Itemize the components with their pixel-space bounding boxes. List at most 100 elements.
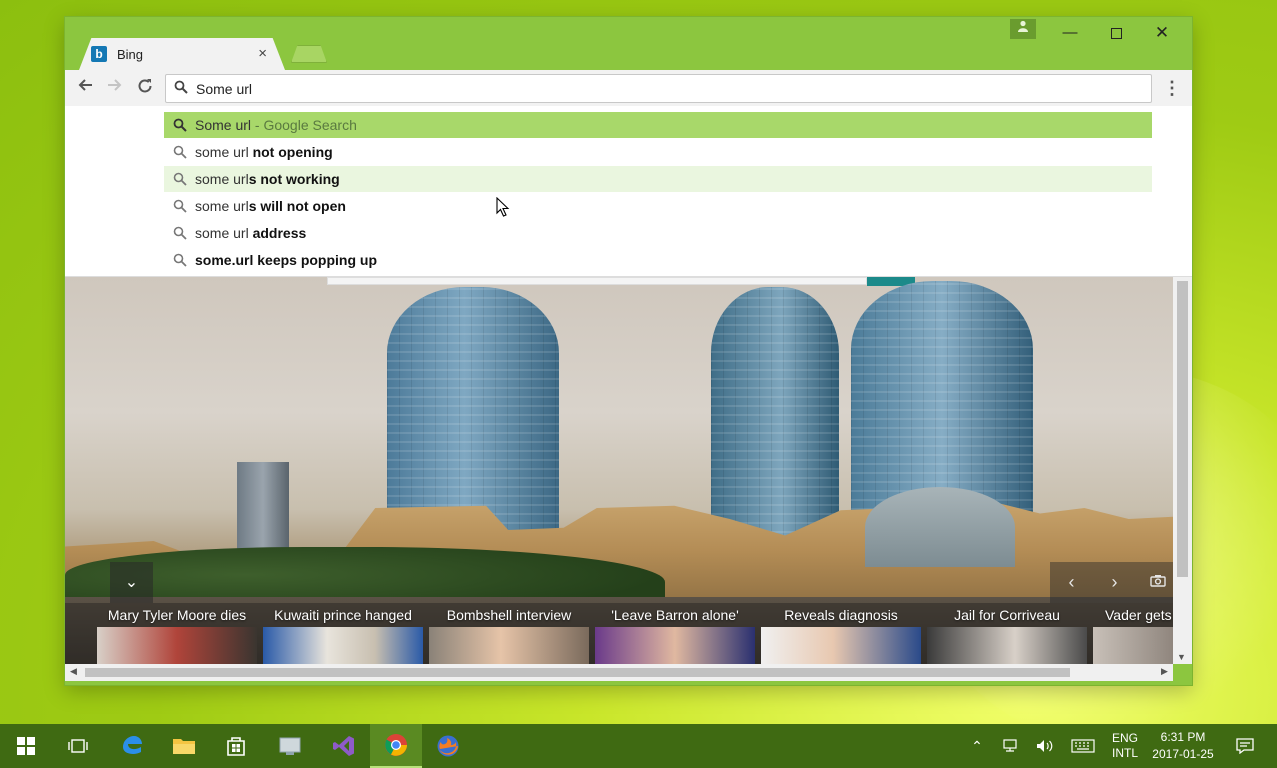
news-item[interactable]: Vader gets (1091, 603, 1173, 664)
suggestion-bold: s not working (248, 171, 340, 187)
news-thumbnail[interactable] (429, 627, 589, 664)
tab-title: Bing (117, 47, 144, 62)
news-item[interactable]: Mary Tyler Moore dies (95, 603, 259, 664)
news-thumbnail[interactable] (761, 627, 921, 664)
news-thumbnail[interactable] (263, 627, 423, 664)
keyboard-icon[interactable] (1066, 724, 1100, 768)
bing-search-box[interactable] (327, 277, 867, 285)
suggestion-text: some url (195, 198, 249, 214)
maximize-button[interactable] (1093, 21, 1139, 45)
news-headline[interactable]: Reveals diagnosis (759, 607, 923, 623)
show-hidden-icons-chevron-up-icon[interactable]: ⌃ (961, 724, 993, 768)
suggestion-item[interactable]: some urls not working (164, 166, 1152, 192)
camera-icon[interactable] (1136, 562, 1173, 603)
vertical-scrollbar[interactable]: ▼ (1173, 277, 1192, 664)
address-input[interactable] (196, 79, 1136, 99)
news-thumbnail[interactable] (97, 627, 257, 664)
search-icon (173, 118, 187, 132)
tab-close-icon[interactable]: × (258, 45, 267, 62)
search-icon (173, 226, 187, 240)
previous-image-button[interactable]: ‹ (1050, 562, 1093, 603)
profile-icon[interactable] (1010, 19, 1036, 39)
back-button[interactable] (73, 76, 97, 100)
address-bar[interactable] (165, 74, 1152, 103)
horizontal-scroll-thumb[interactable] (85, 668, 1070, 677)
news-headline[interactable]: Vader gets (1091, 607, 1173, 623)
forward-button[interactable] (103, 76, 127, 100)
news-item[interactable]: Jail for Corriveau (925, 603, 1089, 664)
reload-button[interactable] (133, 76, 157, 100)
action-center-notification-icon[interactable] (1228, 724, 1262, 768)
browser-toolbar: ⋮ (65, 70, 1192, 106)
volume-icon[interactable] (1029, 724, 1061, 768)
scroll-down-arrow-icon[interactable]: ▼ (1177, 652, 1186, 662)
suggestion-item[interactable]: some url not opening (164, 139, 1152, 165)
windows-start-icon[interactable] (0, 724, 52, 768)
suggestion-item[interactable]: some url address (164, 220, 1152, 246)
close-window-button[interactable]: ✕ (1139, 21, 1185, 45)
store-icon[interactable] (210, 724, 262, 768)
search-icon (173, 145, 187, 159)
scroll-left-arrow-icon[interactable]: ◀ (70, 666, 77, 677)
news-item[interactable]: Kuwaiti prince hanged (261, 603, 425, 664)
browser-window[interactable]: b Bing × — ✕ ⋮ Some url - Google Sear (65, 17, 1192, 685)
news-item[interactable]: Bombshell interview (427, 603, 591, 664)
file-explorer-icon[interactable] (158, 724, 210, 768)
expand-chevron-down-icon[interactable]: ⌄ (110, 562, 153, 603)
arrow-right-icon (108, 79, 122, 91)
visual-studio-icon[interactable] (318, 724, 370, 768)
search-icon (173, 172, 187, 186)
tab-bing[interactable]: b Bing × (79, 38, 285, 70)
suggestion-bold: some.url keeps popping up (195, 252, 378, 268)
suggestion-hint: - Google Search (251, 117, 357, 133)
new-tab-button[interactable] (291, 45, 327, 63)
suggestion-text: some url (195, 225, 249, 241)
next-image-button[interactable]: › (1093, 562, 1136, 603)
search-icon (174, 80, 188, 94)
news-item[interactable]: 'Leave Barron alone' (593, 603, 757, 664)
suggestion-bold: s will not open (248, 198, 346, 214)
taskbar: ⌃ ENG INTL 6:31 PM 2017-01-25 (0, 724, 1277, 768)
search-icon (173, 199, 187, 213)
minimize-button[interactable]: — (1047, 21, 1093, 45)
language-code: ENG (1111, 731, 1138, 745)
vertical-scroll-thumb[interactable] (1177, 281, 1188, 577)
firefox-icon[interactable] (422, 724, 474, 768)
news-headline[interactable]: Mary Tyler Moore dies (95, 607, 259, 623)
news-headline[interactable]: Kuwaiti prince hanged (261, 607, 425, 623)
clock[interactable]: 6:31 PM 2017-01-25 (1147, 724, 1219, 768)
search-icon (173, 253, 187, 267)
suggestion-bold: address (248, 225, 307, 241)
suggestion-item[interactable]: some urls will not open (164, 193, 1152, 219)
background-building (237, 462, 289, 552)
title-bar[interactable]: b Bing × — ✕ (65, 17, 1192, 70)
news-thumbnail[interactable] (927, 627, 1087, 664)
news-carousel: Mary Tyler Moore dies Kuwaiti prince han… (65, 603, 1173, 664)
chrome-icon[interactable] (370, 724, 422, 768)
dome-building (865, 487, 1015, 567)
keyboard-layout: INTL (1111, 746, 1138, 760)
news-headline[interactable]: Bombshell interview (427, 607, 591, 623)
news-headline[interactable]: Jail for Corriveau (925, 607, 1089, 623)
input-language-indicator[interactable]: ENG INTL (1103, 724, 1147, 768)
clock-time: 6:31 PM (1160, 730, 1206, 744)
suggestion-item[interactable]: Some url - Google Search (164, 112, 1152, 138)
omnibox-suggestions: Some url - Google Search some url not op… (65, 106, 1192, 277)
task-view-icon[interactable] (52, 724, 104, 768)
app-icon[interactable] (264, 724, 316, 768)
news-thumbnail[interactable] (595, 627, 755, 664)
news-item[interactable]: Reveals diagnosis (759, 603, 923, 664)
edge-icon[interactable] (106, 724, 158, 768)
network-icon[interactable] (995, 724, 1027, 768)
news-thumbnail[interactable] (1093, 627, 1173, 664)
suggestion-text: some url (195, 171, 249, 187)
arrow-left-icon (78, 79, 92, 91)
suggestion-text: Some url (195, 117, 252, 133)
scroll-right-arrow-icon[interactable]: ▶ (1161, 666, 1168, 677)
maximize-icon (1110, 27, 1122, 39)
horizontal-scrollbar[interactable]: ◀ ▶ (65, 664, 1173, 681)
news-headline[interactable]: 'Leave Barron alone' (593, 607, 757, 623)
clock-date: 2017-01-25 (1152, 747, 1214, 761)
chrome-menu-button[interactable]: ⋮ (1162, 76, 1182, 100)
suggestion-item[interactable]: some.url keeps popping up (164, 247, 1152, 273)
